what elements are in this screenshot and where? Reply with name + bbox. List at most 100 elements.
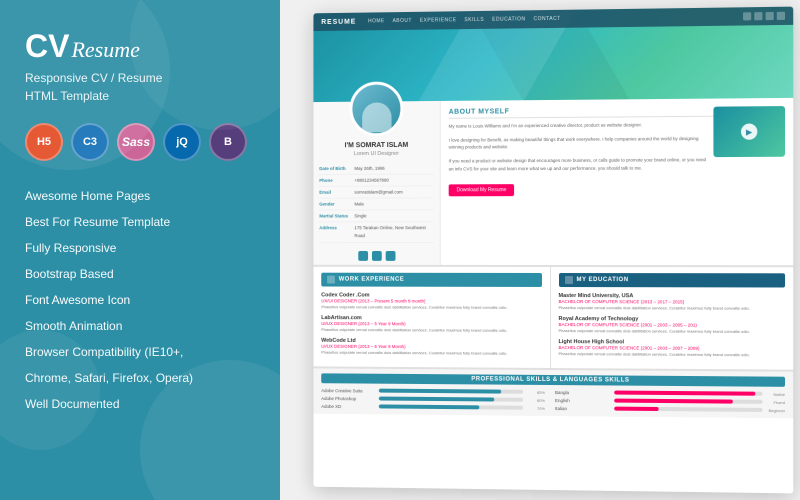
edu-degree: BACHELOR OF COMPUTER SCIENCE (2013 – 201… xyxy=(558,299,785,305)
social-fb[interactable] xyxy=(358,251,368,261)
skill-name: Adobe Creative Suite xyxy=(321,388,375,393)
nav-social-icon xyxy=(766,12,774,20)
skill-bar-bg xyxy=(614,399,762,404)
job-item: Codex Coder .Com UX/UI DESIGNER (2013 – … xyxy=(321,292,541,311)
feature-item: Awesome Home Pages xyxy=(25,183,255,209)
skill-bar-fill xyxy=(379,397,494,402)
work-title: WORK EXPERIENCE xyxy=(339,276,404,282)
skill-name: English xyxy=(555,398,610,403)
skill-bar-fill xyxy=(379,405,480,410)
skill-bar-fill xyxy=(614,391,755,396)
address-row: Address 175 Tarakan Online, New Southwes… xyxy=(319,223,434,243)
dob-row: Date of Birth May 26th, 1996 xyxy=(319,163,434,176)
left-panel: CV Resume Responsive CV / Resume HTML Te… xyxy=(0,0,280,500)
nav-experience[interactable]: EXPERIENCE xyxy=(420,17,457,23)
phone-value: +8801234567890 xyxy=(354,176,388,184)
skill-bar-fill xyxy=(614,399,732,404)
work-edu-section: WORK EXPERIENCE Codex Coder .Com UX/UI D… xyxy=(313,264,793,369)
email-label: Email xyxy=(319,188,350,196)
edu-item: Royal Academy of Technology BACHELOR OF … xyxy=(558,316,785,335)
job-period: UX/UI DESIGNER (2013 – Present 5 month 9… xyxy=(321,298,541,304)
nav-social-icon xyxy=(777,12,785,20)
skill-bar-bg xyxy=(379,405,523,410)
skills-header: PROFESSIONAL SKILLS & LANGUAGES SKILLS xyxy=(321,373,785,387)
gender-row: Gender Male xyxy=(319,199,434,211)
dob-value: May 26th, 1996 xyxy=(354,164,384,172)
status-label: Martial Status xyxy=(319,212,350,220)
edu-desc: Phasellus vulputate veroal convallis dui… xyxy=(558,328,785,335)
jquery-icon: jQ xyxy=(163,123,201,161)
top-content: I'M SOMRAT ISLAM Lorem UI Designer Date … xyxy=(313,98,793,265)
skill-bar-bg xyxy=(614,407,762,412)
nav-skills[interactable]: SKILLS xyxy=(464,17,484,23)
skill-name: Italian xyxy=(555,406,610,412)
nav-about[interactable]: ABOUT xyxy=(393,18,412,24)
social-icons-row xyxy=(313,251,439,265)
nav-education[interactable]: EDUCATION xyxy=(492,16,525,22)
sass-icon: Sass xyxy=(117,123,155,161)
job-desc: Phasellus vulputate veroal convallis dui… xyxy=(321,349,541,356)
html5-icon: H5 xyxy=(25,123,63,161)
css3-icon: C3 xyxy=(71,123,109,161)
skills-section: PROFESSIONAL SKILLS & LANGUAGES SKILLS A… xyxy=(313,366,793,418)
feature-item: Font Awesome Icon xyxy=(25,287,255,313)
skill-name: Bangla xyxy=(555,390,610,395)
profile-name: I'M SOMRAT ISLAM xyxy=(313,142,439,150)
job-desc: Phasellus vulputate veroal convallis dui… xyxy=(321,327,541,334)
profile-title: Lorem UI Designer xyxy=(313,151,439,158)
skill-row: Bangla Native xyxy=(555,390,785,397)
skills-grid: Adobe Creative Suite 85% Bangla Native xyxy=(321,388,785,413)
logo-cv: CV xyxy=(25,30,69,62)
skill-pct: 80% xyxy=(527,397,545,402)
content-area: I'M SOMRAT ISLAM Lorem UI Designer Date … xyxy=(313,98,793,494)
phone-row: Phone +8801234567890 xyxy=(319,175,434,187)
email-row: Email somratislam@gmail.com xyxy=(319,187,434,199)
nav-social-icon xyxy=(743,12,751,20)
video-thumbnail[interactable]: ▶ xyxy=(713,106,785,157)
edu-desc: Phasellus vulputate veroal convallis dui… xyxy=(558,305,785,312)
nav-brand: RESUME xyxy=(321,18,356,25)
avatar-silhouette xyxy=(362,102,391,132)
job-item: LabArtisan.com UI/UX DESIGNER (2013 – 5 … xyxy=(321,315,541,334)
dob-label: Date of Birth xyxy=(319,165,350,173)
resume-preview: RESUME HOME ABOUT EXPERIENCE SKILLS EDUC… xyxy=(313,7,793,494)
about-text-3: If you need a product or website design … xyxy=(449,156,785,173)
job-desc: Phasellus vulputate veroal convallis dui… xyxy=(321,304,541,311)
work-icon xyxy=(327,275,335,283)
status-row: Martial Status Single xyxy=(319,211,434,223)
edu-item: Light House High School BACHELOR OF COMP… xyxy=(558,339,785,358)
work-section: WORK EXPERIENCE Codex Coder .Com UX/UI D… xyxy=(313,266,550,367)
subtitle-line2: HTML Template xyxy=(25,89,109,103)
social-li[interactable] xyxy=(385,251,395,261)
job-period: UI/UX DESIGNER (2013 – 5 Year 9 Month) xyxy=(321,321,541,327)
edu-item: Master Mind University, USA BACHELOR OF … xyxy=(558,293,785,312)
skill-row: Italian Beginner xyxy=(555,406,785,413)
feature-item: Best For Resume Template xyxy=(25,209,255,235)
download-button[interactable]: Download My Resume xyxy=(449,184,515,196)
feature-item: Fully Responsive xyxy=(25,235,255,261)
skill-pct: Beginner xyxy=(767,408,785,413)
nav-contact[interactable]: CONTACT xyxy=(533,16,560,22)
about-section: ▶ ABOUT MYSELF My name is Louis Williams… xyxy=(441,98,793,265)
social-tw[interactable] xyxy=(371,251,381,261)
skill-row: English Fluent xyxy=(555,398,785,405)
skill-name: Adobe Photoshop xyxy=(321,396,375,401)
email-value: somratislam@gmail.com xyxy=(354,188,402,196)
phone-label: Phone xyxy=(319,176,350,184)
skill-bar-fill xyxy=(614,407,658,411)
play-button[interactable]: ▶ xyxy=(741,123,757,139)
edu-header: MY EDUCATION xyxy=(558,273,785,287)
gender-value: Male xyxy=(354,200,364,208)
skill-pct: 85% xyxy=(527,389,545,394)
skill-pct: Fluent xyxy=(767,400,785,405)
edu-section: MY EDUCATION Master Mind University, USA… xyxy=(550,267,793,370)
skill-name: Adobe XD xyxy=(321,404,375,409)
address-label: Address xyxy=(319,224,350,240)
right-panel: RESUME HOME ABOUT EXPERIENCE SKILLS EDUC… xyxy=(280,0,800,500)
skill-pct: 70% xyxy=(527,405,545,410)
edu-title: MY EDUCATION xyxy=(577,277,629,283)
nav-home[interactable]: HOME xyxy=(368,18,385,24)
nav-links: HOME ABOUT EXPERIENCE SKILLS EDUCATION C… xyxy=(368,13,743,24)
profile-left: I'M SOMRAT ISLAM Lorem UI Designer Date … xyxy=(313,101,440,265)
skill-bar-bg xyxy=(614,391,762,396)
